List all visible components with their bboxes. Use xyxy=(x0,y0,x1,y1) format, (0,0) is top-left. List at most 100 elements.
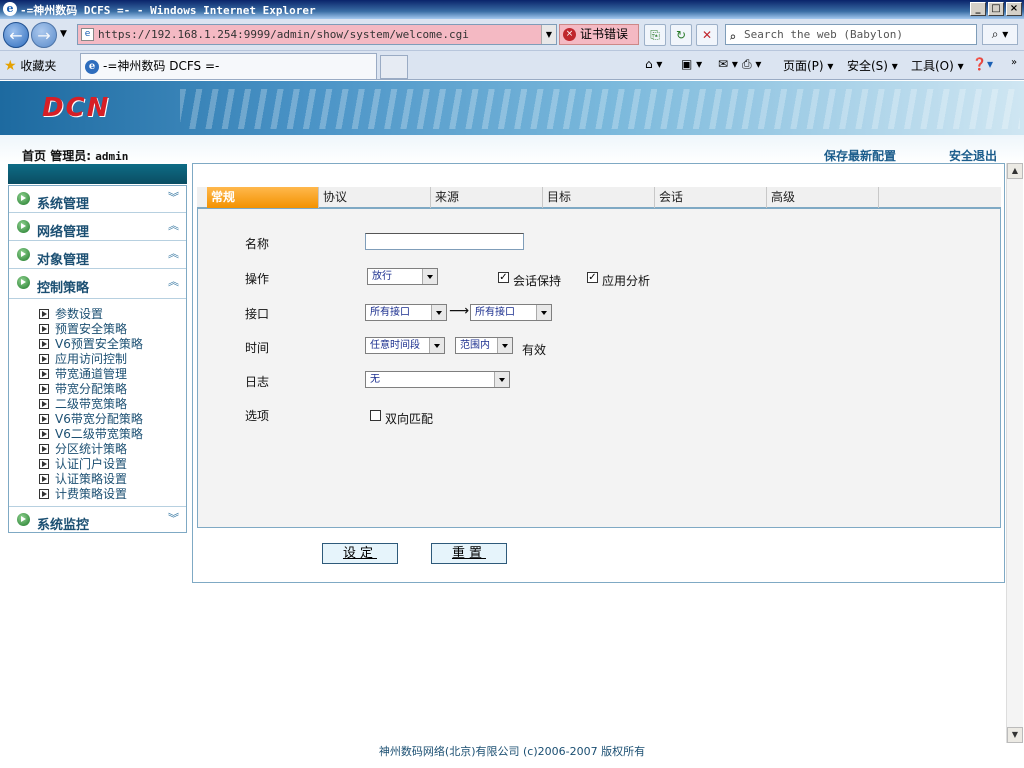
tools-menu[interactable]: 工具(O) ▾ xyxy=(911,57,964,74)
chevron-up-icon[interactable]: ︽ xyxy=(168,217,179,233)
mail-icon[interactable]: ✉ ▾ xyxy=(718,57,738,71)
address-toolbar: ← → ▼ e https://192.168.1.254:9999/admin… xyxy=(0,19,1024,51)
interface-label: 接口 xyxy=(245,307,270,321)
action-select-value: 放行 xyxy=(372,271,392,282)
reset-button[interactable]: 重置 xyxy=(431,543,507,564)
scroll-down-icon[interactable]: ▼ xyxy=(1007,727,1023,743)
back-button[interactable]: ← xyxy=(3,22,29,48)
forward-button[interactable]: → xyxy=(31,22,57,48)
interface-from-select[interactable]: 所有接口 xyxy=(365,304,447,321)
close-window-button[interactable]: × xyxy=(1006,2,1022,16)
chevron-down-icon[interactable]: ︾ xyxy=(168,510,179,526)
sidebar: 系统管理 ︾ 网络管理 ︽ 对象管理 ︽ 控制策略 ︽ 参数设置 预置安全策略 … xyxy=(8,185,187,533)
address-bar[interactable]: e https://192.168.1.254:9999/admin/show/… xyxy=(77,24,557,45)
sidebar-section-system[interactable]: 系统管理 ︾ xyxy=(9,186,186,213)
tab-advanced[interactable]: 高级 xyxy=(767,187,879,208)
policy-form xyxy=(197,209,1001,528)
sidebar-section-network[interactable]: 网络管理 ︽ xyxy=(9,214,186,241)
home-link[interactable]: 首页 xyxy=(22,149,46,163)
time-select[interactable]: 任意时间段 xyxy=(365,337,445,354)
arrow-circle-icon xyxy=(17,220,30,233)
sidebar-item-label: V6预置安全策略 xyxy=(55,337,143,351)
page-arrow-icon xyxy=(39,429,49,439)
chevron-down-icon xyxy=(431,305,446,320)
home-icon[interactable]: ⌂ ▾ xyxy=(645,57,662,71)
favorites-label: 收藏夹 xyxy=(20,59,57,73)
chevron-up-icon[interactable]: ︽ xyxy=(168,273,179,289)
admin-name: admin xyxy=(95,150,129,163)
set-button[interactable]: 设定 xyxy=(322,543,398,564)
sidebar-section-object[interactable]: 对象管理 ︽ xyxy=(9,242,186,269)
chevron-down-icon[interactable]: ︾ xyxy=(168,189,179,205)
stop-button[interactable]: ✕ xyxy=(696,24,718,46)
sidebar-section-label: 系统监控 xyxy=(37,518,90,533)
bidirectional-checkbox[interactable] xyxy=(370,410,381,421)
arrow-circle-icon xyxy=(17,248,30,261)
new-tab-button[interactable] xyxy=(380,55,408,79)
address-url: https://192.168.1.254:9999/admin/show/sy… xyxy=(98,28,469,41)
sidebar-header xyxy=(8,164,187,184)
tab-session[interactable]: 会话 xyxy=(655,187,767,208)
print-icon[interactable]: ⎙ ▾ xyxy=(742,57,761,72)
safety-menu[interactable]: 安全(S) ▾ xyxy=(847,57,898,74)
browser-tab[interactable]: e -=神州数码 DCFS =- xyxy=(80,53,377,79)
app-analysis-checkbox[interactable]: ✓ xyxy=(587,272,598,283)
sidebar-section-monitor[interactable]: 系统监控 ︾ xyxy=(9,506,186,533)
sidebar-section-control-policy[interactable]: 控制策略 ︽ xyxy=(9,270,186,297)
favorites-bar: ★ 收藏夹 e -=神州数码 DCFS =- ⌂ ▾ ▣ ▾ ✉ ▾ ⎙ ▾ 页… xyxy=(0,51,1024,80)
history-dropdown-icon[interactable]: ▼ xyxy=(60,29,67,39)
feeds-icon[interactable]: ▣ ▾ xyxy=(681,57,702,71)
page-arrow-icon xyxy=(39,444,49,454)
page-arrow-icon xyxy=(39,399,49,409)
window-title-bar: e -=神州数码 DCFS =- - Windows Internet Expl… xyxy=(0,0,1024,19)
vertical-scrollbar[interactable]: ▲ ▼ xyxy=(1006,163,1023,743)
maximize-button[interactable]: □ xyxy=(988,2,1004,16)
tab-general[interactable]: 常规 xyxy=(207,187,319,208)
logout-link[interactable]: 安全退出 xyxy=(949,147,997,164)
refresh-button[interactable]: ↻ xyxy=(670,24,692,46)
address-dropdown-icon[interactable]: ▼ xyxy=(541,25,556,44)
action-select[interactable]: 放行 xyxy=(367,268,438,285)
tab-protocol[interactable]: 协议 xyxy=(319,187,431,208)
help-icon[interactable]: ❓▾ xyxy=(972,57,993,71)
bidirectional-label: 双向匹配 xyxy=(385,412,434,426)
chevron-up-icon[interactable]: ︽ xyxy=(168,245,179,261)
page-menu[interactable]: 页面(P) ▾ xyxy=(783,57,833,74)
search-input[interactable]: ⌕ Search the web (Babylon) xyxy=(725,24,977,45)
page-viewport: DCN 首页 管理员: admin 保存最新配置 安全退出 系统管理 ︾ 网络管… xyxy=(0,81,1024,768)
tab-destination[interactable]: 目标 xyxy=(543,187,655,208)
page-arrow-icon xyxy=(39,384,49,394)
session-keep-checkbox[interactable]: ✓ xyxy=(498,272,509,283)
certificate-error-button[interactable]: × 证书错误 xyxy=(559,24,639,45)
ie-icon: e xyxy=(3,2,17,16)
toolbar-overflow-icon[interactable]: » xyxy=(1011,57,1017,68)
favorites-button[interactable]: ★ 收藏夹 xyxy=(4,57,56,74)
search-go-button[interactable]: ⌕ ▾ xyxy=(982,24,1018,45)
chevron-down-icon xyxy=(422,269,437,284)
minimize-button[interactable]: _ xyxy=(970,2,986,16)
time-scope-select[interactable]: 范围内 xyxy=(455,337,513,354)
sidebar-item-label: 认证门户设置 xyxy=(55,457,128,471)
name-input[interactable] xyxy=(365,233,524,250)
save-config-link[interactable]: 保存最新配置 xyxy=(824,147,896,164)
page-footer: 神州数码网络(北京)有限公司 (c)2006-2007 版权所有 xyxy=(378,745,646,758)
compatibility-view-button[interactable]: ⎘ xyxy=(644,24,666,46)
ie-tab-icon: e xyxy=(85,60,99,74)
time-label: 时间 xyxy=(245,341,270,355)
page-arrow-icon xyxy=(39,309,49,319)
chevron-down-icon xyxy=(497,338,512,353)
page-arrow-icon xyxy=(39,339,49,349)
chevron-down-icon xyxy=(494,372,509,387)
sidebar-item-label: 认证策略设置 xyxy=(55,472,128,486)
tab-source[interactable]: 来源 xyxy=(431,187,543,208)
sidebar-item[interactable]: 计费策略设置 xyxy=(39,485,127,502)
scroll-up-icon[interactable]: ▲ xyxy=(1007,163,1023,179)
sidebar-item-label: V6二级带宽策略 xyxy=(55,427,143,441)
arrow-right-icon: ⟶ xyxy=(449,303,470,319)
log-select[interactable]: 无 xyxy=(365,371,510,388)
sidebar-section-label: 对象管理 xyxy=(37,253,90,268)
interface-to-select[interactable]: 所有接口 xyxy=(470,304,552,321)
safety-menu-label: 安全(S) xyxy=(847,59,888,73)
time-select-value: 任意时间段 xyxy=(370,340,420,351)
window-title: -=神州数码 DCFS =- - Windows Internet Explor… xyxy=(20,4,316,17)
